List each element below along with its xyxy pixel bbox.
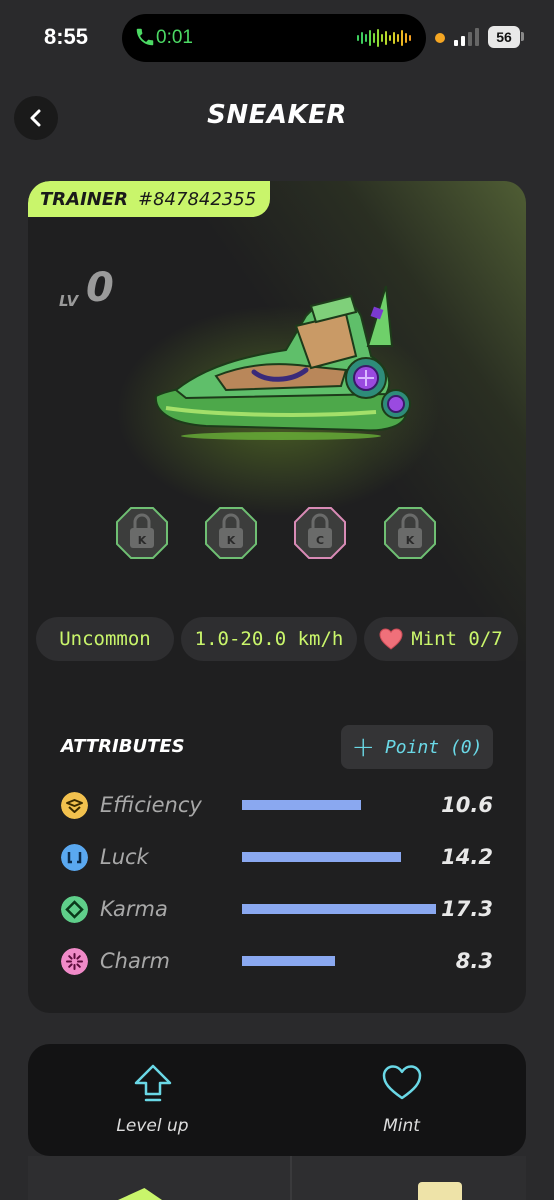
- peek-item-right: [418, 1182, 462, 1200]
- attribute-value: 8.3: [455, 949, 493, 973]
- point-button-label: Point (0): [384, 736, 483, 758]
- efficiency-bar-fill: [242, 800, 361, 810]
- sneaker-type: TRAINER: [40, 188, 128, 210]
- recording-indicator: [435, 33, 445, 43]
- sneaker-image[interactable]: [146, 286, 416, 446]
- karma-icon: [61, 896, 88, 923]
- attribute-bar-track: [242, 904, 436, 914]
- charm-bar-fill: [242, 956, 336, 966]
- action-bar: Level up Mint: [28, 1044, 526, 1156]
- gem-socket-4-lock-icon[interactable]: K: [383, 506, 437, 560]
- mint-label: Mint: [383, 1116, 420, 1136]
- speed-chip: 1.0-20.0 km/h: [181, 617, 357, 661]
- sneaker-card: TRAINER #847842355 LV 0 K K C K Uncommon…: [28, 181, 526, 1013]
- status-time: 8:55: [44, 24, 89, 49]
- battery-icon: 56: [488, 26, 520, 48]
- add-point-button[interactable]: + Point (0): [341, 725, 493, 769]
- level-up-button[interactable]: Level up: [28, 1044, 277, 1156]
- mint-chip: Mint 0/7: [364, 617, 518, 661]
- arrow-up-icon: [134, 1064, 172, 1102]
- call-duration: 0:01: [156, 27, 193, 48]
- attribute-value: 10.6: [441, 793, 493, 817]
- attribute-bar-track: [242, 800, 436, 810]
- audio-wave-icon: [357, 29, 411, 47]
- status-bar: 8:55 0:01 56: [0, 0, 554, 80]
- socket-letter: K: [138, 534, 147, 547]
- attribute-row-efficiency: Efficiency 10.6: [28, 785, 526, 825]
- level-up-label: Level up: [116, 1116, 189, 1136]
- karma-bar-fill: [242, 904, 436, 914]
- next-section-divider: [290, 1156, 292, 1200]
- rarity-chip: Uncommon: [36, 617, 174, 661]
- gem-socket-1-lock-icon[interactable]: K: [115, 506, 169, 560]
- level-label: LV: [59, 292, 79, 310]
- level-value: 0: [86, 265, 114, 311]
- sneaker-stats-chips: Uncommon 1.0-20.0 km/h Mint 0/7: [28, 617, 526, 663]
- gem-socket-2-lock-icon[interactable]: K: [204, 506, 258, 560]
- attribute-bar-track: [242, 852, 436, 862]
- sneaker-id: #847842355: [138, 188, 257, 210]
- page-title: SNEAKER: [207, 100, 347, 130]
- dynamic-island[interactable]: 0:01: [122, 14, 426, 62]
- speed-label: 1.0-20.0 km/h: [194, 628, 344, 650]
- rarity-label: Uncommon: [59, 628, 151, 650]
- mint-count-label: Mint 0/7: [411, 628, 503, 650]
- signal-icon: [454, 28, 479, 46]
- heart-outline-icon: [382, 1065, 422, 1100]
- battery-tip: [521, 32, 524, 41]
- luck-icon: [61, 844, 88, 871]
- attribute-bar-track: [242, 956, 436, 966]
- attribute-name: Efficiency: [100, 793, 202, 817]
- attribute-name: Karma: [100, 897, 168, 921]
- efficiency-icon: [61, 792, 88, 819]
- sneaker-type-tag: TRAINER #847842355: [28, 181, 271, 217]
- socket-letter: K: [227, 534, 236, 547]
- attribute-name: Luck: [100, 845, 149, 869]
- attribute-row-charm: Charm 8.3: [28, 941, 526, 981]
- charm-icon: [61, 948, 88, 975]
- gem-sockets: K K C K: [28, 506, 526, 566]
- attribute-row-karma: Karma 17.3: [28, 889, 526, 929]
- socket-letter: K: [406, 534, 415, 547]
- plus-icon: +: [351, 730, 375, 763]
- attributes-title: ATTRIBUTES: [61, 736, 185, 757]
- attribute-name: Charm: [100, 949, 170, 973]
- attribute-value: 17.3: [441, 897, 493, 921]
- attribute-row-luck: Luck 14.2: [28, 837, 526, 877]
- luck-bar-fill: [242, 852, 402, 862]
- heart-icon: [379, 628, 403, 650]
- gem-socket-3-lock-icon[interactable]: C: [293, 506, 347, 560]
- attribute-value: 14.2: [441, 845, 493, 869]
- mint-button[interactable]: Mint: [277, 1044, 526, 1156]
- socket-letter: C: [316, 534, 324, 547]
- phone-icon: [136, 28, 154, 46]
